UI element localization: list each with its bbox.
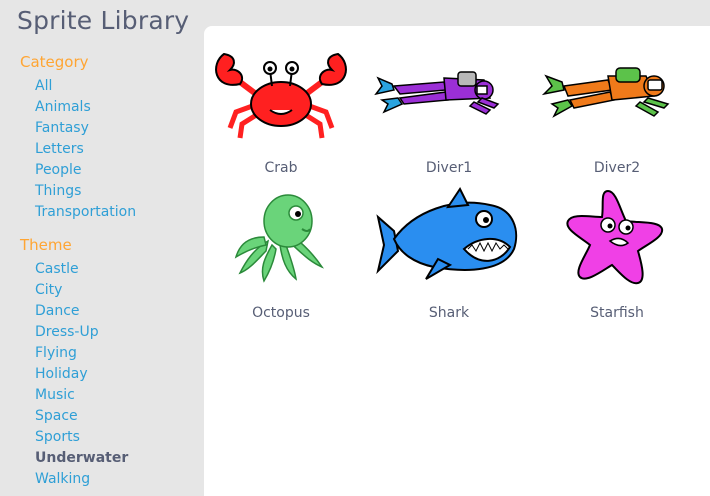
theme-item-underwater[interactable]: Underwater: [35, 450, 128, 466]
sprite-tile-diver2[interactable]: Diver2: [542, 42, 692, 176]
theme-item-dance[interactable]: Dance: [35, 303, 80, 319]
theme-heading: Theme: [20, 236, 72, 254]
theme-item-dress-up[interactable]: Dress-Up: [35, 324, 99, 340]
theme-item-walking[interactable]: Walking: [35, 471, 90, 487]
sprite-tile-diver1[interactable]: Diver1: [374, 42, 524, 176]
diver2-icon: [542, 67, 670, 118]
sprite-tile-crab[interactable]: Crab: [206, 42, 356, 176]
crab-icon: [215, 52, 347, 139]
sprite-tile-shark[interactable]: Shark: [374, 187, 524, 321]
theme-item-sports[interactable]: Sports: [35, 429, 80, 445]
category-item-letters[interactable]: Letters: [35, 141, 84, 157]
sprite-label-diver1: Diver1: [425, 160, 473, 176]
theme-item-space[interactable]: Space: [35, 408, 78, 424]
diver1-icon: [374, 71, 500, 115]
starfish-icon: [566, 189, 664, 285]
sprite-label-crab: Crab: [264, 160, 298, 176]
sprite-tile-starfish[interactable]: Starfish: [542, 187, 692, 321]
theme-item-holiday[interactable]: Holiday: [35, 366, 88, 382]
sprite-label-diver2: Diver2: [593, 160, 641, 176]
sidebar: Category All Animals Fantasy Letters Peo…: [0, 0, 204, 496]
octopus-icon: [234, 194, 325, 283]
category-item-fantasy[interactable]: Fantasy: [35, 120, 89, 136]
category-item-people[interactable]: People: [35, 162, 82, 178]
category-item-all[interactable]: All: [35, 78, 52, 94]
theme-item-music[interactable]: Music: [35, 387, 75, 403]
sprite-label-shark: Shark: [428, 305, 470, 321]
category-heading: Category: [20, 53, 89, 71]
theme-item-castle[interactable]: Castle: [35, 261, 79, 277]
sprite-label-starfish: Starfish: [590, 305, 644, 321]
sprite-panel: Crab Diver1 Diver2 Octopus Shark Starfis…: [204, 26, 710, 496]
category-item-things[interactable]: Things: [35, 183, 81, 199]
category-item-transportation[interactable]: Transportation: [35, 204, 136, 220]
theme-item-city[interactable]: City: [35, 282, 62, 298]
sprite-tile-octopus[interactable]: Octopus: [206, 187, 356, 321]
sprite-label-octopus: Octopus: [252, 305, 310, 321]
theme-item-flying[interactable]: Flying: [35, 345, 77, 361]
category-item-animals[interactable]: Animals: [35, 99, 91, 115]
shark-icon: [376, 187, 518, 280]
